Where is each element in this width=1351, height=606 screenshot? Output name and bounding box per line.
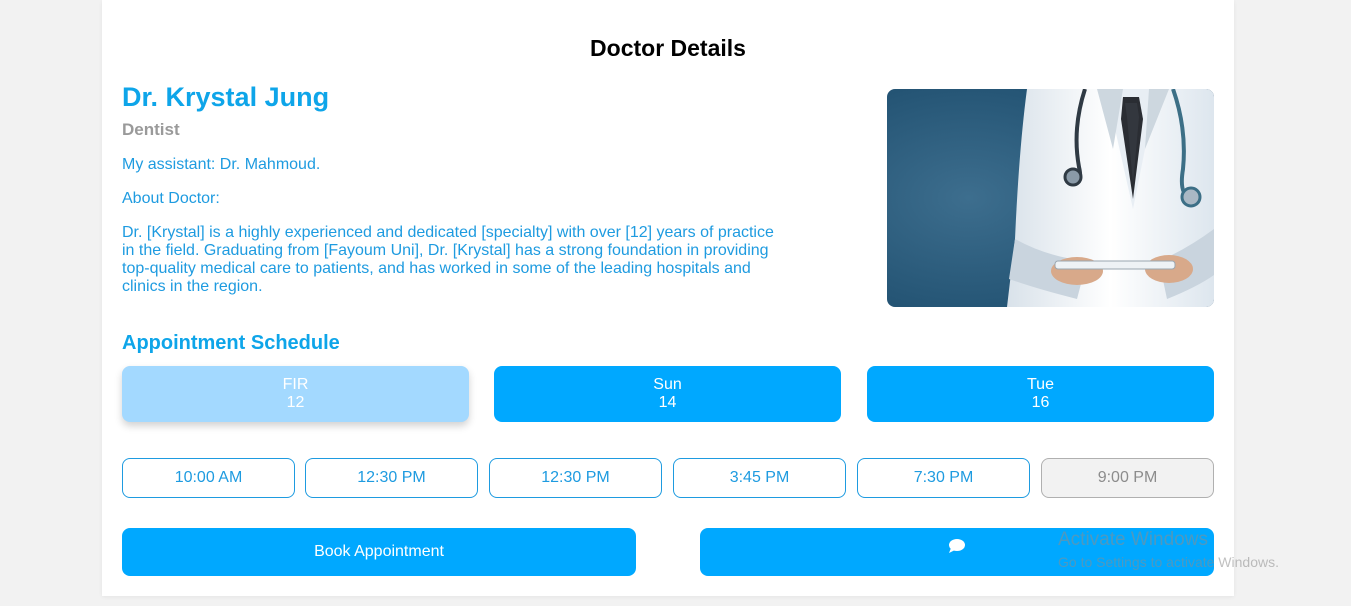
appointment-schedule-title: Appointment Schedule	[122, 332, 340, 354]
time-slot[interactable]: 7:30 PM	[857, 458, 1030, 498]
doctor-assistant: My assistant: Dr. Mahmoud.	[122, 156, 321, 173]
day-name: Tue	[1027, 376, 1054, 393]
time-slot[interactable]: 10:00 AM	[122, 458, 295, 498]
book-appointment-button[interactable]: Book Appointment	[122, 528, 636, 576]
time-slot-disabled: 9:00 PM	[1041, 458, 1214, 498]
doctor-specialty: Dentist	[122, 120, 180, 139]
doctor-photo	[887, 89, 1214, 307]
about-doctor-label: About Doctor:	[122, 190, 220, 207]
time-slot[interactable]: 12:30 PM	[489, 458, 662, 498]
day-name: FIR	[282, 376, 309, 393]
doctor-details-card: Doctor Details Dr. Krystal Jung Dentist …	[102, 0, 1234, 596]
day-card-tue[interactable]: Tue 16	[867, 366, 1214, 422]
doctor-name: Dr. Krystal Jung	[122, 82, 330, 112]
time-slot[interactable]: 12:30 PM	[305, 458, 478, 498]
day-date: 14	[658, 394, 677, 411]
chat-bubble-icon	[948, 526, 966, 574]
day-card-fri[interactable]: FIR 12	[122, 366, 469, 422]
day-date: 16	[1031, 394, 1050, 411]
time-slot[interactable]: 3:45 PM	[673, 458, 846, 498]
chat-button[interactable]	[700, 528, 1214, 576]
about-doctor-text: Dr. [Krystal] is a highly experienced an…	[122, 224, 774, 295]
day-name: Sun	[653, 376, 682, 393]
day-card-sun[interactable]: Sun 14	[494, 366, 841, 422]
page-title: Doctor Details	[590, 35, 746, 61]
day-date: 12	[286, 394, 305, 411]
